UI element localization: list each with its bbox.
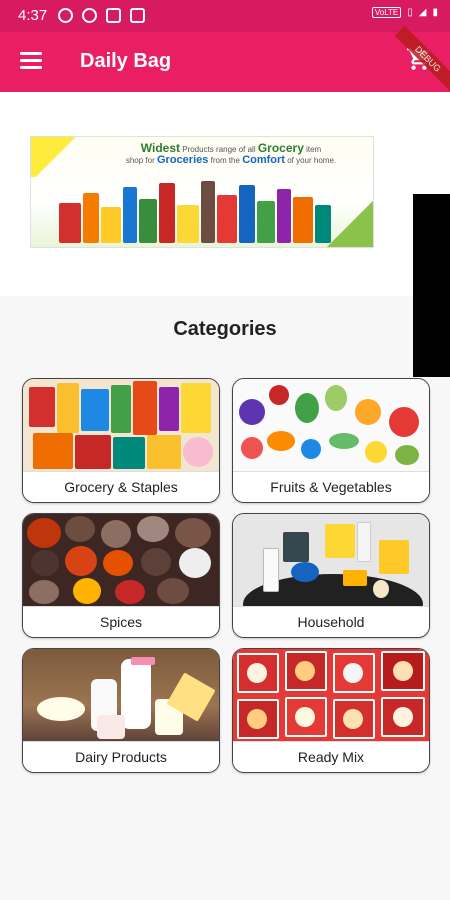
category-label: Dairy Products (23, 741, 219, 772)
next-slide-preview[interactable] (413, 194, 450, 377)
grocery-staples-image (23, 379, 219, 473)
categories-heading: Categories (173, 318, 277, 340)
category-card-dairy-products[interactable]: Dairy Products (22, 648, 220, 773)
status-time: 4:37 (18, 7, 48, 24)
signal-icon: ◢ (418, 7, 427, 18)
promo-banner-image[interactable]: Widest Products range of all Grocery ite… (30, 136, 374, 248)
battery-icon: ▮ (432, 7, 438, 18)
whatsapp-icon (58, 8, 73, 23)
promo-text: Widest Products range of all Grocery ite… (125, 141, 337, 166)
fruits-vegetables-image (233, 379, 429, 473)
app-bar: Daily Bag DEBUG (0, 25, 450, 93)
household-image (233, 514, 429, 608)
dairy-products-image (23, 649, 219, 743)
debug-banner: DEBUG (394, 25, 450, 93)
app-notification-icon (106, 8, 121, 23)
category-label: Spices (23, 606, 219, 637)
category-label: Fruits & Vegetables (233, 471, 429, 502)
banner-carousel[interactable]: Widest Products range of all Grocery ite… (0, 92, 450, 377)
category-label: Grocery & Staples (23, 471, 219, 502)
category-card-spices[interactable]: Spices (22, 513, 220, 638)
vibrate-icon: ▯ (407, 7, 413, 18)
category-label: Ready Mix (233, 741, 429, 772)
category-label: Household (233, 606, 429, 637)
category-card-fruits-vegetables[interactable]: Fruits & Vegetables (232, 378, 430, 503)
message-icon (82, 8, 97, 23)
category-card-grocery-staples[interactable]: Grocery & Staples (22, 378, 220, 503)
spices-image (23, 514, 219, 608)
app-title: Daily Bag (80, 50, 172, 72)
category-card-household[interactable]: Household (232, 513, 430, 638)
hamburger-menu-icon (20, 52, 42, 55)
menu-button[interactable] (20, 52, 42, 70)
volte-badge: VoLTE (371, 7, 402, 18)
system-icons: VoLTE ▯ ◢ ▮ (371, 7, 438, 18)
ready-mix-image (233, 649, 429, 743)
category-card-ready-mix[interactable]: Ready Mix (232, 648, 430, 773)
status-bar: 4:37 VoLTE ▯ ◢ ▮ (0, 0, 450, 32)
notification-icons (58, 8, 145, 23)
app-notification-icon (130, 8, 145, 23)
